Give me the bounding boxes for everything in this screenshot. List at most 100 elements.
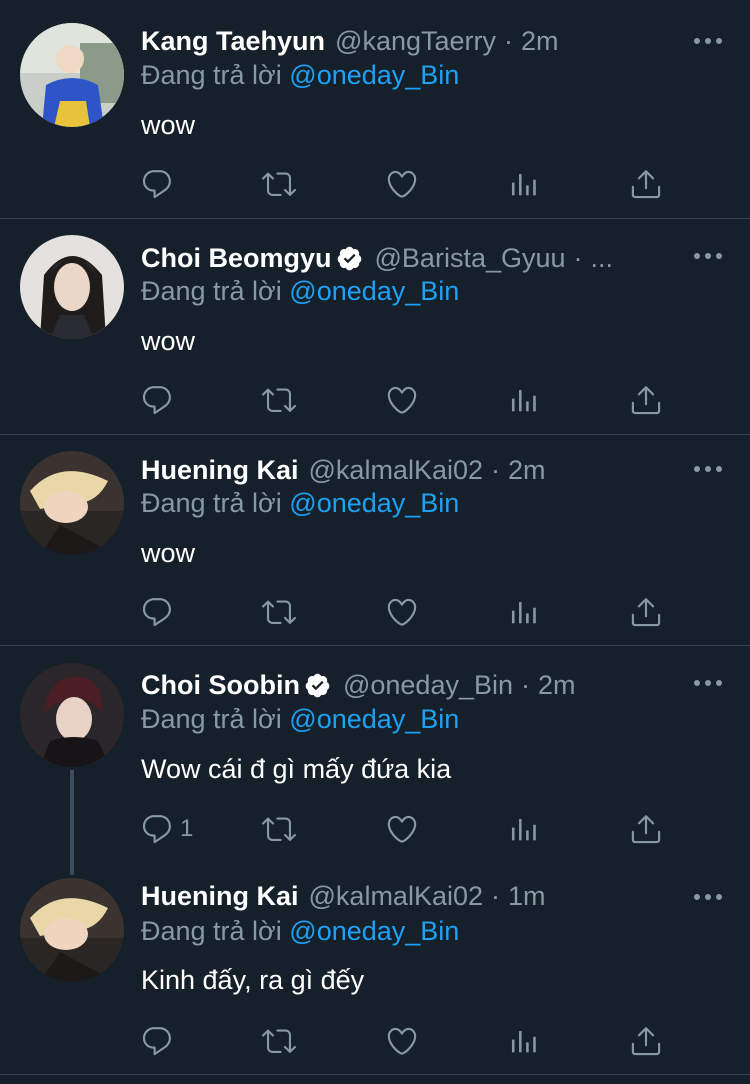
tweet[interactable]: Choi Soobin @oneday_Bin · 2m Đang trả lờ… [0,646,750,861]
retweet-button[interactable] [262,1023,296,1059]
share-icon [629,1024,663,1058]
reply-button[interactable] [140,1023,180,1059]
reply-icon [140,812,174,846]
timestamp[interactable]: 2m [538,670,576,701]
separator-dot: · [521,669,530,700]
retweet-icon [262,383,296,417]
reply-context: Đang trả lời @oneday_Bin [141,60,459,91]
analytics-icon [507,595,541,629]
mention-link[interactable]: @oneday_Bin [289,704,459,734]
share-button[interactable] [629,811,663,847]
like-button[interactable] [385,382,419,418]
retweet-button[interactable] [262,166,296,202]
tweet-header: Huening Kai @kalmalKai02 · 1m [141,879,546,913]
analytics-icon [507,812,541,846]
reply-count: 1 [180,815,194,842]
action-bar [140,1023,680,1059]
separator-dot: · [491,880,501,911]
analytics-button[interactable] [507,811,541,847]
user-handle[interactable]: @Barista_Gyuu [375,243,566,274]
tweet-text: Wow cái đ gì mấy đứa kia [141,754,452,784]
display-name[interactable]: Choi Soobin [141,670,300,701]
share-icon [629,595,663,629]
more-icon[interactable] [694,36,722,46]
display-name[interactable]: Kang Taehyun [141,26,325,57]
timestamp[interactable]: ... [591,243,614,274]
share-button[interactable] [629,594,663,630]
verified-badge-icon [304,672,331,699]
mention-link[interactable]: @oneday_Bin [289,488,459,518]
separator-dot: · [491,454,501,485]
display-name[interactable]: Huening Kai [141,881,299,912]
share-button[interactable] [629,382,663,418]
user-handle[interactable]: @kangTaerry [335,26,496,57]
retweet-icon [262,167,296,201]
action-bar: 1 [140,811,680,847]
share-button[interactable] [629,1023,663,1059]
display-name[interactable]: Huening Kai [141,455,299,486]
like-button[interactable] [385,594,419,630]
reply-icon [140,1024,174,1058]
like-button[interactable] [385,166,419,202]
more-icon[interactable] [694,251,722,261]
avatar[interactable] [20,663,124,767]
display-name[interactable]: Choi Beomgyu [141,243,332,274]
mention-link[interactable]: @oneday_Bin [289,60,459,90]
reply-prefix: Đang trả lời [141,60,282,90]
reply-prefix: Đang trả lời [141,704,282,734]
tweet-header: Choi Beomgyu @Barista_Gyuu · ... [141,241,613,275]
reply-context: Đang trả lời @oneday_Bin [141,488,459,519]
avatar-image [20,23,124,127]
retweet-button[interactable] [262,594,296,630]
avatar-image [20,663,124,767]
retweet-icon [262,595,296,629]
user-handle[interactable]: @oneday_Bin [343,670,513,701]
reply-button[interactable] [140,594,180,630]
tweet[interactable]: Choi Beomgyu @Barista_Gyuu · ... Đang tr… [0,219,750,434]
analytics-button[interactable] [507,1023,541,1059]
tweet[interactable]: Huening Kai @kalmalKai02 · 2m Đang trả l… [0,435,750,645]
analytics-button[interactable] [507,594,541,630]
retweet-icon [262,812,296,846]
analytics-icon [507,167,541,201]
analytics-button[interactable] [507,382,541,418]
more-icon[interactable] [694,892,722,902]
avatar[interactable] [20,451,124,555]
retweet-button[interactable] [262,382,296,418]
more-icon[interactable] [694,464,722,474]
analytics-icon [507,1024,541,1058]
like-icon [385,1024,419,1058]
timestamp[interactable]: 2m [508,455,546,486]
avatar-image [20,451,124,555]
reply-icon [140,383,174,417]
analytics-button[interactable] [507,166,541,202]
reply-button[interactable]: 1 [140,811,193,847]
action-bar [140,166,680,202]
user-handle[interactable]: @kalmalKai02 [309,455,484,486]
like-button[interactable] [385,1023,419,1059]
reply-prefix: Đang trả lời [141,488,282,518]
user-handle[interactable]: @kalmalKai02 [309,881,484,912]
retweet-button[interactable] [262,811,296,847]
avatar[interactable] [20,23,124,127]
more-icon[interactable] [694,678,722,688]
avatar[interactable] [20,235,124,339]
tweet-header: Kang Taehyun @kangTaerry · 2m [141,24,559,58]
reply-button[interactable] [140,382,180,418]
tweet-header: Huening Kai @kalmalKai02 · 2m [141,453,546,487]
mention-link[interactable]: @oneday_Bin [289,916,459,946]
mention-link[interactable]: @oneday_Bin [289,276,459,306]
avatar-image [20,235,124,339]
like-button[interactable] [385,811,419,847]
tweet[interactable]: Kang Taehyun @kangTaerry · 2m Đang trả l… [0,0,750,218]
timestamp[interactable]: 1m [508,881,546,912]
share-button[interactable] [629,166,663,202]
tweet-text: Kinh đấy, ra gì đếy [141,965,365,995]
avatar[interactable] [20,878,124,982]
action-bar [140,382,680,418]
like-icon [385,812,419,846]
timestamp[interactable]: 2m [521,26,559,57]
like-icon [385,383,419,417]
tweet[interactable]: Huening Kai @kalmalKai02 · 1m Đang trả l… [0,861,750,1074]
reply-button[interactable] [140,166,180,202]
